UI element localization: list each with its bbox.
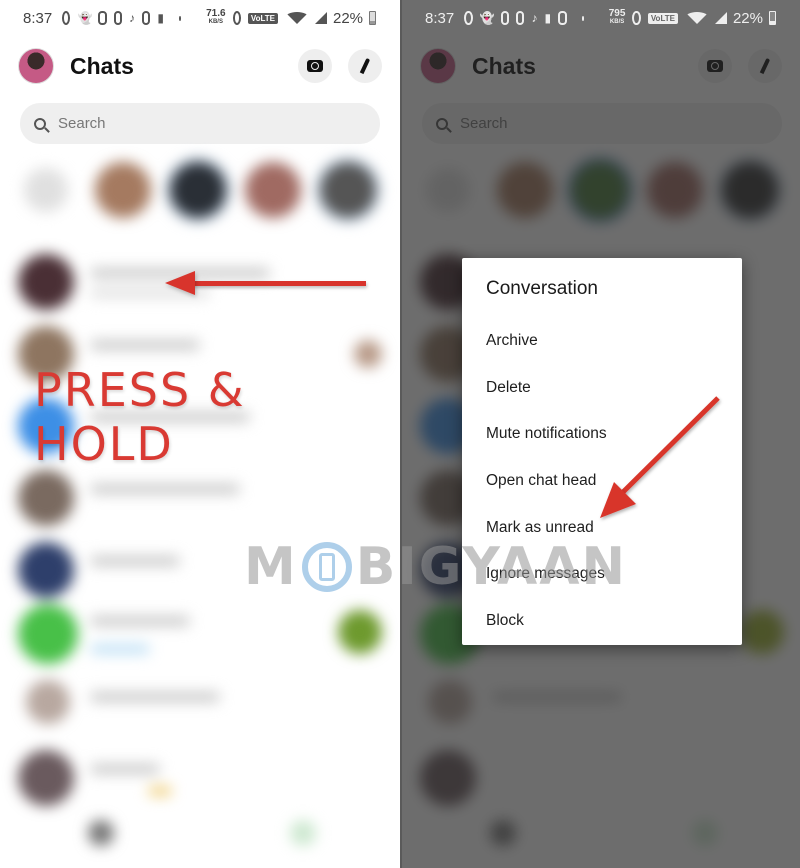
app-icon bbox=[113, 11, 123, 25]
left-screen: 8:37 👻 ♪ ▮ 71.6 KB/S VoLTE 22% Chats Sea… bbox=[0, 0, 400, 868]
net-speed-unit: KB/S bbox=[208, 19, 223, 25]
chat-name bbox=[90, 616, 190, 626]
status-time: 8:37 bbox=[425, 9, 455, 27]
battery-saver-icon: ▮ bbox=[157, 11, 164, 25]
snapchat-icon: 👻 bbox=[77, 11, 93, 25]
menu-item-mute-notifications[interactable]: Mute notifications bbox=[462, 411, 742, 458]
conversation-context-menu: Conversation Archive Delete Mute notific… bbox=[462, 258, 742, 645]
menu-item-ignore-messages[interactable]: Ignore messages bbox=[462, 551, 742, 598]
chat-row[interactable] bbox=[18, 470, 382, 530]
search-bar[interactable] bbox=[20, 103, 380, 144]
status-bar: 8:37 👻 ♪ ▮ 795 KB/S VoLTE 22% bbox=[402, 0, 800, 36]
chat-row[interactable] bbox=[18, 542, 382, 602]
right-screen: Chats 8:37 👻 ♪ ▮ bbox=[400, 0, 800, 868]
alarm-icon bbox=[232, 11, 241, 25]
volte-badge: VoLTE bbox=[247, 12, 278, 24]
dot-icon bbox=[581, 15, 584, 21]
instagram-icon bbox=[98, 11, 107, 25]
dot-icon bbox=[178, 15, 182, 21]
chat-name bbox=[90, 692, 220, 702]
battery-percent: 22% bbox=[732, 9, 763, 27]
menu-item-archive[interactable]: Archive bbox=[462, 318, 742, 365]
chat-avatar bbox=[18, 254, 74, 310]
chats-header: Chats bbox=[18, 46, 382, 86]
net-speed-unit: KB/S bbox=[609, 19, 625, 25]
status-bar: 8:37 👻 ♪ ▮ 71.6 KB/S VoLTE 22% bbox=[0, 0, 400, 36]
instagram-icon bbox=[500, 11, 509, 25]
chat-avatar bbox=[18, 604, 78, 664]
annotation-arrow-head bbox=[165, 271, 195, 295]
chat-row[interactable] bbox=[18, 680, 382, 740]
menu-item-block[interactable]: Block bbox=[462, 598, 742, 645]
network-speed: 71.6 KB/S bbox=[206, 8, 226, 26]
whatsapp-icon bbox=[62, 11, 71, 25]
net-speed-value: 71.6 bbox=[206, 8, 226, 19]
instagram-icon bbox=[142, 11, 151, 25]
chat-list-blurred bbox=[0, 150, 400, 868]
search-input[interactable] bbox=[58, 115, 338, 132]
network-speed: 795 KB/S bbox=[608, 8, 626, 26]
menu-item-mark-as-unread[interactable]: Mark as unread bbox=[462, 505, 742, 552]
chat-name bbox=[90, 484, 240, 494]
volte-badge: VoLTE bbox=[647, 12, 678, 24]
battery-percent: 22% bbox=[332, 9, 364, 27]
chat-avatar bbox=[26, 680, 70, 724]
app-icon bbox=[515, 11, 525, 25]
chat-thumb bbox=[338, 610, 382, 654]
battery-saver-icon: ▮ bbox=[544, 11, 552, 25]
chats-tab-icon[interactable] bbox=[88, 820, 114, 846]
instagram-icon bbox=[558, 11, 567, 25]
chat-row[interactable] bbox=[18, 604, 382, 664]
pencil-icon bbox=[359, 57, 371, 75]
snapchat-icon: 👻 bbox=[479, 11, 495, 25]
chat-preview bbox=[90, 644, 150, 654]
wifi-icon bbox=[284, 12, 309, 24]
compose-button[interactable] bbox=[348, 49, 382, 83]
annotation-arrow bbox=[190, 281, 366, 286]
people-tab-icon[interactable] bbox=[290, 820, 316, 846]
camera-button[interactable] bbox=[298, 49, 332, 83]
signal-icon bbox=[314, 12, 327, 24]
net-speed-value: 795 bbox=[608, 8, 626, 19]
story-avatar[interactable] bbox=[320, 162, 376, 218]
chat-emoji bbox=[148, 786, 172, 796]
chat-name bbox=[90, 556, 180, 566]
profile-avatar[interactable] bbox=[18, 48, 54, 84]
story-avatar[interactable] bbox=[245, 162, 301, 218]
chat-row[interactable] bbox=[18, 750, 382, 810]
chat-name bbox=[90, 764, 160, 774]
page-title: Chats bbox=[70, 52, 134, 79]
search-icon bbox=[34, 117, 46, 130]
status-time: 8:37 bbox=[23, 9, 53, 27]
wifi-icon bbox=[684, 12, 709, 24]
menu-title: Conversation bbox=[486, 278, 598, 299]
chat-avatar bbox=[18, 750, 74, 806]
story-add[interactable] bbox=[24, 168, 68, 212]
battery-icon bbox=[769, 11, 776, 25]
menu-item-delete[interactable]: Delete bbox=[462, 365, 742, 412]
story-avatar[interactable] bbox=[95, 162, 151, 218]
signal-icon bbox=[714, 12, 727, 24]
battery-icon bbox=[369, 11, 377, 25]
story-avatar[interactable] bbox=[170, 162, 226, 218]
camera-icon bbox=[307, 60, 323, 72]
menu-item-open-chat-head[interactable]: Open chat head bbox=[462, 458, 742, 505]
tiktok-icon: ♪ bbox=[531, 11, 538, 25]
annotation-label: PRESS & HOLD bbox=[34, 363, 246, 471]
chat-avatar bbox=[18, 542, 74, 598]
whatsapp-icon bbox=[464, 11, 473, 25]
alarm-icon bbox=[632, 11, 641, 25]
chat-avatar bbox=[18, 470, 74, 526]
chat-name bbox=[90, 340, 200, 350]
tiktok-icon: ♪ bbox=[129, 11, 136, 25]
